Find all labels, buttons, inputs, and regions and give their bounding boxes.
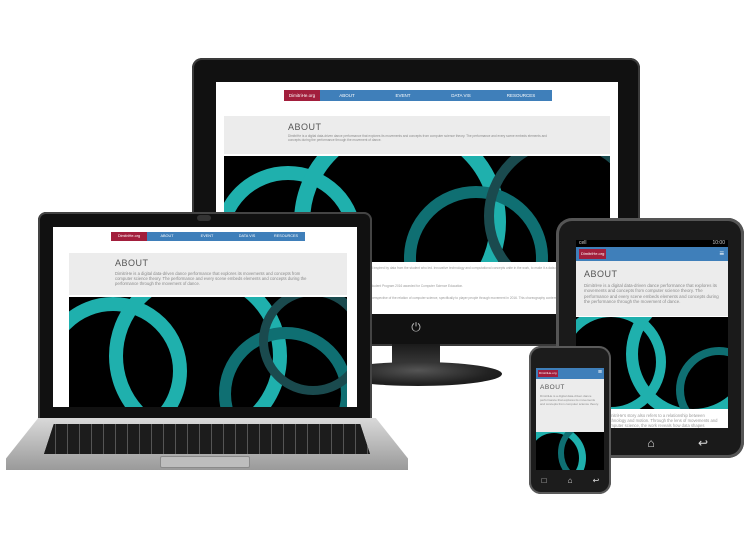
hero-artwork	[536, 432, 604, 470]
trackpad[interactable]	[160, 456, 250, 468]
about-panel: ABOUT DimitriHe is a digital data-driven…	[536, 379, 604, 432]
nav-brand[interactable]: DimitriHe.org	[111, 232, 147, 241]
nav-data-vis[interactable]: DATA VIS	[432, 90, 490, 101]
tablet-status-bar: cell 10:00	[576, 240, 728, 247]
about-text: DimitriHe is a digital data-driven dance…	[584, 283, 719, 305]
phone-screen: DimitriHe.org ≡ ABOUT DimitriHe is a dig…	[536, 368, 604, 470]
power-icon[interactable]: ⏻	[409, 320, 423, 334]
about-text: DimitriHe is a digital data-driven dance…	[540, 395, 599, 406]
nav-resources[interactable]: RESOURCES	[490, 90, 552, 101]
page-title: ABOUT	[540, 384, 565, 391]
laptop-screen: DimitriHe.org ABOUT EVENT DATA VIS RESOU…	[53, 227, 357, 407]
about-text: DimitriHe is a digital data-driven dance…	[115, 271, 307, 287]
webcam	[197, 215, 211, 221]
tablet-info-text: DimitriHe's story also refers to a relat…	[606, 413, 718, 428]
about-panel: ABOUT DimitriHe is a digital data-driven…	[576, 261, 728, 316]
about-text: DimitriHe is a digital data-driven dance…	[288, 134, 547, 142]
page-title: ABOUT	[584, 269, 618, 279]
laptop-nav: DimitriHe.org ABOUT EVENT DATA VIS RESOU…	[111, 232, 305, 241]
back-icon[interactable]: ↩	[694, 436, 712, 450]
keyboard[interactable]	[44, 424, 370, 454]
nav-about[interactable]: ABOUT	[147, 232, 187, 241]
phone-header: DimitriHe.org ≡	[536, 368, 604, 379]
main-nav: DimitriHe.org ABOUT EVENT DATA VIS RESOU…	[284, 90, 552, 101]
clock-text: 10:00	[712, 240, 725, 246]
page-title: ABOUT	[115, 258, 149, 268]
nav-brand[interactable]: DimitriHe.org	[284, 90, 320, 101]
hero-artwork	[69, 297, 347, 407]
nav-resources[interactable]: RESOURCES	[267, 232, 305, 241]
about-panel: ABOUT DimitriHe is a digital data-driven…	[224, 116, 610, 154]
nav-about[interactable]: ABOUT	[320, 90, 374, 101]
menu-icon[interactable]: ≡	[719, 250, 724, 258]
back-icon[interactable]: ↩	[590, 476, 602, 485]
signal-text: cell	[579, 240, 587, 246]
tablet-header: DimitriHe.org ≡	[576, 247, 728, 261]
nav-event[interactable]: EVENT	[187, 232, 227, 241]
nav-brand[interactable]: DimitriHe.org	[579, 249, 607, 259]
home-icon[interactable]: ⌂	[564, 476, 576, 485]
home-icon[interactable]: ⌂	[642, 436, 660, 450]
nav-event[interactable]: EVENT	[374, 90, 432, 101]
menu-icon[interactable]: ≡	[598, 369, 602, 377]
nav-data-vis[interactable]: DATA VIS	[227, 232, 267, 241]
nav-brand[interactable]: DimitriHe.org	[538, 370, 558, 377]
page-title: ABOUT	[288, 122, 322, 132]
about-panel: ABOUT DimitriHe is a digital data-driven…	[69, 253, 347, 295]
recent-apps-icon[interactable]: □	[538, 476, 550, 485]
